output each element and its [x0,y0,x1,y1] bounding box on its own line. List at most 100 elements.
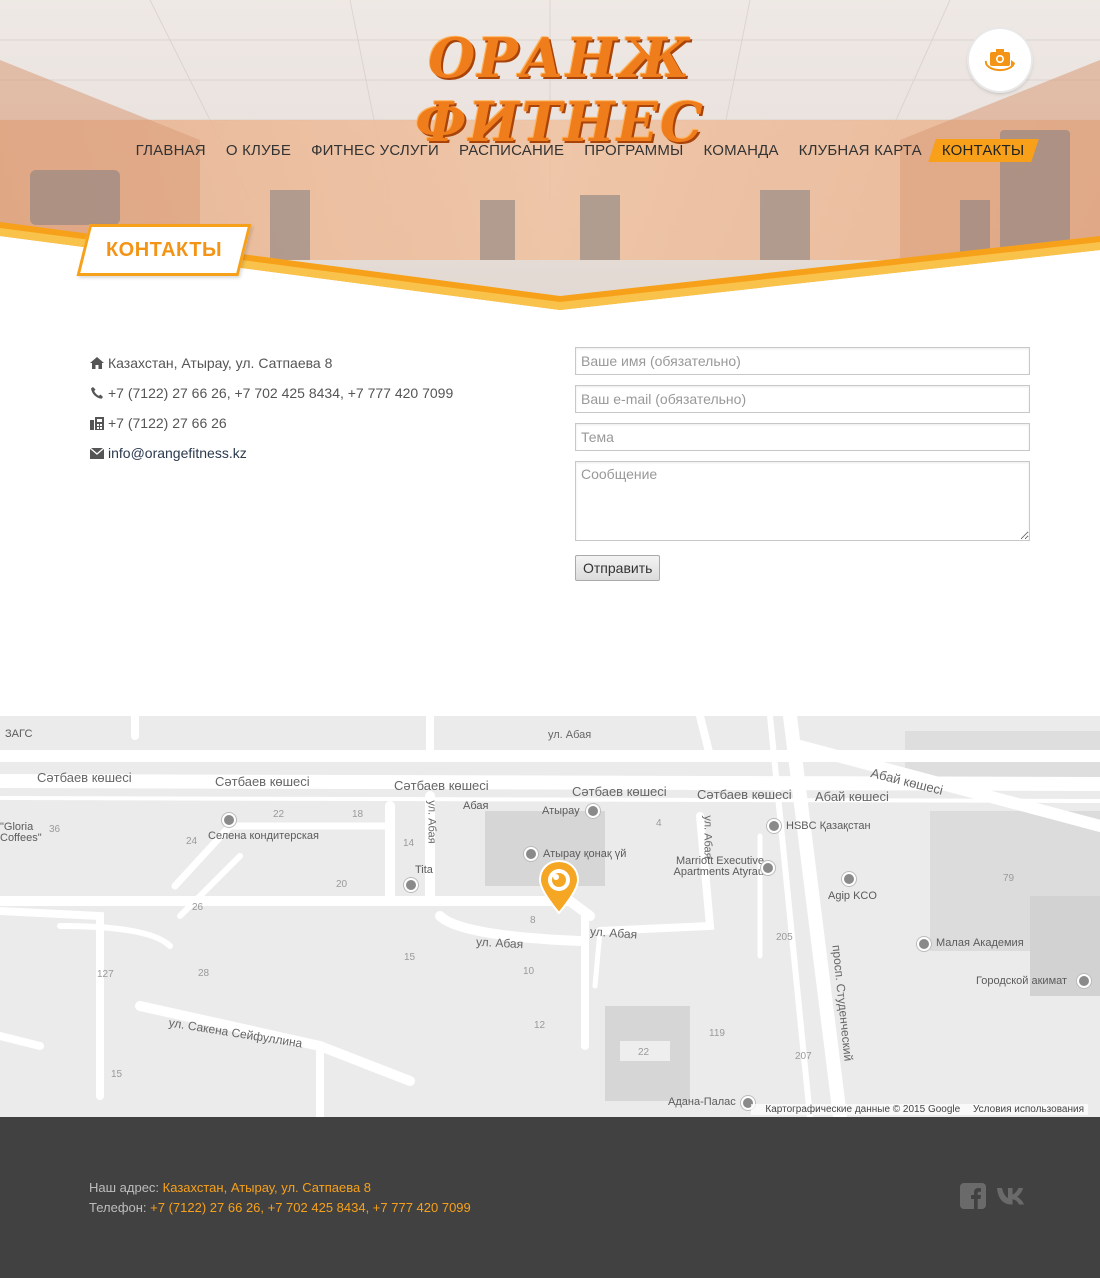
logo-text: ОРАНЖ ФИТНЕС [415,26,705,154]
building-number: 207 [795,1051,812,1062]
address-row: Казахстан, Атырау, ул. Сатпаева 8 [89,348,529,378]
footer-address-value: Казахстан, Атырау, ул. Сатпаева 8 [162,1180,372,1195]
name-field[interactable] [575,347,1030,375]
building-number: 26 [192,902,204,913]
place-label: Agip KCO [828,890,877,902]
gallery-button[interactable] [969,29,1031,91]
nav-item-programs[interactable]: ПРОГРАММЫ [574,139,693,162]
building-number: 24 [186,836,198,847]
nav-item-team[interactable]: КОМАНДА [694,139,789,162]
facebook-icon[interactable] [960,1183,986,1209]
logo[interactable]: ОРАНЖ ФИТНЕС [305,20,815,154]
street-label: ул. Абая [425,800,438,844]
footer-phone-value: +7 (7122) 27 66 26, +7 702 425 8434, +7 … [150,1200,471,1215]
building-number: 10 [523,966,535,977]
footer-address-label: Наш адрес: [89,1180,160,1195]
home-icon [89,356,105,370]
map-data-credit: Картографические данные © 2015 Google [765,1104,961,1115]
building-number: 22 [638,1047,650,1058]
email-link[interactable]: info@orangefitness.kz [108,445,247,461]
poi-marker [1077,974,1091,988]
building-number: 36 [49,824,61,835]
place-label: Селена кондитерская [208,830,319,842]
place-label: Tita [415,864,433,876]
hero-header: ОРАНЖ ФИТНЕС ГЛАВНАЯ О КЛУБЕ ФИТНЕС УСЛУ… [0,0,1100,315]
map-attribution: Картографические данные © 2015 Google Ус… [751,1104,1088,1115]
building-number: 14 [403,838,415,849]
vk-icon[interactable] [996,1185,1030,1207]
footer-address-row: Наш адрес: Казахстан, Атырау, ул. Сатпае… [89,1178,471,1198]
building-number: 22 [273,809,285,820]
footer: Наш адрес: Казахстан, Атырау, ул. Сатпае… [0,1117,1100,1278]
street-label: Сәтбаев көшесі [215,774,310,789]
building-number: 20 [336,879,348,890]
building-number: 79 [1003,873,1015,884]
place-label: Малая Академия [936,937,1024,949]
nav-item-club-card[interactable]: КЛУБНАЯ КАРТА [789,139,932,162]
building-number: 119 [709,1028,725,1039]
phones-text: +7 (7122) 27 66 26, +7 702 425 8434, +7 … [108,385,454,401]
building-number: 18 [352,809,364,820]
nav-item-services[interactable]: ФИТНЕС УСЛУГИ [301,139,449,162]
message-field[interactable] [575,461,1030,541]
building-number: 12 [534,1020,546,1031]
street-label: ул. Абая [475,934,524,952]
page-title: КОНТАКТЫ [105,238,223,261]
poi-marker [404,878,418,892]
place-label: Городской акимат [976,975,1068,987]
building-number: 15 [111,1069,123,1080]
map-terms-link[interactable]: Условия использования [973,1104,1084,1115]
envelope-icon [89,446,105,460]
poi-marker [524,847,538,861]
nav-item-schedule[interactable]: РАСПИСАНИЕ [449,139,574,162]
poi-marker [917,937,931,951]
social-links [960,1183,1030,1209]
map-canvas [0,716,1100,1117]
building-number: 15 [404,952,416,963]
place-label: HSBC Қазақстан [786,820,871,832]
address-text: Казахстан, Атырау, ул. Сатпаева 8 [108,355,333,371]
poi-marker [222,813,236,827]
email-row: info@orangefitness.kz [89,438,529,468]
contact-info: Казахстан, Атырау, ул. Сатпаева 8 +7 (71… [89,348,529,468]
main-nav: ГЛАВНАЯ О КЛУБЕ ФИТНЕС УСЛУГИ РАСПИСАНИЕ… [0,139,1100,162]
footer-phone-label: Телефон: [89,1200,147,1215]
poi-marker [842,872,856,886]
map[interactable]: Сәтбаев көшесі Сәтбаев көшесі Сәтбаев кө… [0,716,1100,1117]
nav-item-about[interactable]: О КЛУБЕ [216,139,301,162]
footer-contacts: Наш адрес: Казахстан, Атырау, ул. Сатпае… [89,1178,471,1218]
email-field[interactable] [575,385,1030,413]
footer-phone-row: Телефон: +7 (7122) 27 66 26, +7 702 425 … [89,1198,471,1218]
building-number: 205 [776,932,793,943]
place-label: Адана-Палас [668,1096,736,1108]
phone-icon [89,386,105,400]
place-label: Атырау [542,805,580,817]
poi-marker [761,861,775,875]
building-number: 4 [656,818,662,829]
page: ОРАНЖ ФИТНЕС ГЛАВНАЯ О КЛУБЕ ФИТНЕС УСЛУ… [0,0,1100,1278]
camera-rotate-icon [984,49,1015,72]
building-number: 127 [97,969,114,980]
street-label: ул. Абая [701,815,714,859]
subject-field[interactable] [575,423,1030,451]
street-label: Сәтбаев көшесі [572,784,667,799]
fax-text: +7 (7122) 27 66 26 [108,415,227,431]
fax-icon [89,416,105,430]
poi-marker [586,804,600,818]
place-label: Marriott Executive Apartments Atyrau [673,855,765,878]
place-label: ЗАГС [5,728,33,740]
submit-button[interactable]: Отправить [575,555,661,581]
poi-marker [767,819,781,833]
contact-form: Отправить [575,347,1030,581]
building-number: 28 [198,968,210,979]
street-label: Сәтбаев көшесі [697,787,792,802]
nav-item-contacts[interactable]: КОНТАКТЫ [932,139,1035,162]
nav-item-home[interactable]: ГЛАВНАЯ [126,139,216,162]
building-number: 8 [530,915,536,926]
phones-row: +7 (7122) 27 66 26, +7 702 425 8434, +7 … [89,378,529,408]
place-label: Атырау қонақ үй [543,848,627,860]
street-label: Сәтбаев көшесі [37,770,132,785]
street-label: Сәтбаев көшесі [394,778,489,793]
street-label: Абай көшесі [815,789,889,804]
place-label: Абая [463,800,489,812]
